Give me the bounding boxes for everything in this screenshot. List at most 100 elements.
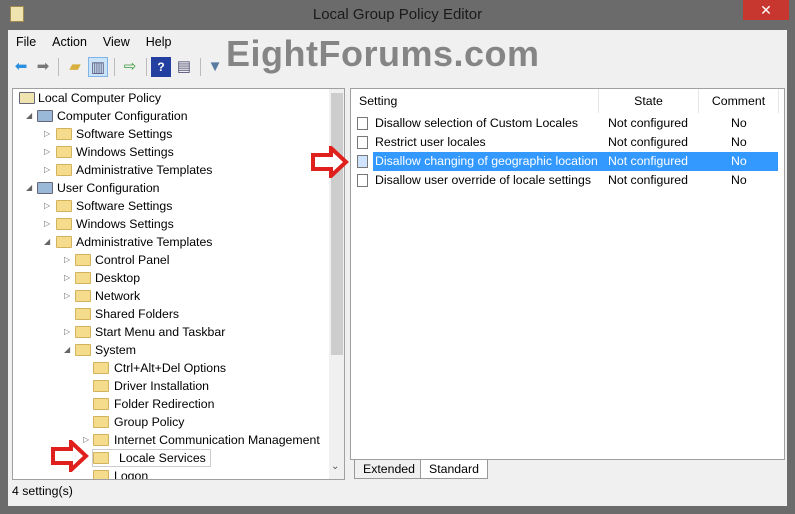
- setting-state: Not configured: [608, 154, 688, 168]
- tree-item-label: Locale Services: [92, 449, 211, 467]
- tree-item-label: Group Policy: [114, 415, 185, 429]
- back-arrow-icon[interactable]: ⬅: [11, 57, 31, 77]
- expand-arrow-icon[interactable]: ▷: [64, 251, 70, 269]
- tree-item-label: Software Settings: [76, 199, 173, 213]
- column-comment[interactable]: Comment: [699, 89, 779, 113]
- tree-item[interactable]: ◢ Computer Configuration: [13, 107, 329, 125]
- tab-extended[interactable]: Extended: [354, 460, 424, 479]
- collapse-arrow-icon[interactable]: ◢: [44, 233, 50, 251]
- expand-arrow-icon[interactable]: ▷: [44, 197, 50, 215]
- folder-icon: [56, 128, 72, 140]
- tree-item[interactable]: ▷ Start Menu and Taskbar: [13, 323, 329, 341]
- folder-icon: [56, 236, 72, 248]
- tree-pane: Local Computer Policy ◢ Computer Configura…: [12, 88, 345, 480]
- menu-action[interactable]: Action: [44, 32, 95, 52]
- computer-icon: [37, 110, 53, 122]
- collapse-arrow-icon[interactable]: ◢: [26, 107, 32, 125]
- column-setting[interactable]: Setting: [351, 89, 599, 113]
- folder-icon: [93, 434, 109, 446]
- tree-item[interactable]: Folder Redirection: [13, 395, 329, 413]
- setting-state: Not configured: [608, 135, 688, 149]
- menu-bar: File Action View Help: [8, 32, 180, 52]
- export-list-icon[interactable]: ⇨: [120, 57, 140, 77]
- column-state[interactable]: State: [599, 89, 699, 113]
- list-row[interactable]: Restrict user locales Not configured No: [351, 133, 778, 152]
- tree-item[interactable]: Ctrl+Alt+Del Options: [13, 359, 329, 377]
- tree-item-label: Administrative Templates: [76, 163, 213, 177]
- policy-icon: [19, 92, 35, 104]
- scroll-down-icon[interactable]: ⌄: [331, 461, 339, 472]
- tree-item-label: System: [95, 343, 136, 357]
- folder-icon: [56, 146, 72, 158]
- list-row[interactable]: Disallow user override of locale setting…: [351, 171, 778, 190]
- expand-arrow-icon[interactable]: ▷: [64, 287, 70, 305]
- tree-item[interactable]: ▷ Software Settings: [13, 197, 329, 215]
- tree-item[interactable]: ◢ System: [13, 341, 329, 359]
- folder-icon: [56, 200, 72, 212]
- setting-name: Disallow selection of Custom Locales: [375, 116, 578, 130]
- setting-state: Not configured: [608, 173, 688, 187]
- tab-standard[interactable]: Standard: [420, 460, 488, 479]
- collapse-arrow-icon[interactable]: ◢: [26, 179, 32, 197]
- status-bar: 4 setting(s): [12, 484, 73, 498]
- setting-comment: No: [731, 173, 747, 187]
- expand-arrow-icon[interactable]: ▷: [44, 143, 50, 161]
- tree-item[interactable]: Shared Folders: [13, 305, 329, 323]
- tree-item-label: User Configuration: [57, 181, 160, 195]
- menu-view[interactable]: View: [95, 32, 138, 52]
- policy-setting-icon: [357, 136, 368, 149]
- folder-icon: [75, 344, 91, 356]
- tree-item-label: Control Panel: [95, 253, 170, 267]
- action-pane-icon[interactable]: ▤: [174, 57, 194, 77]
- folder-icon: [93, 416, 109, 428]
- policy-setting-icon: [357, 174, 368, 187]
- tree-item-label: Administrative Templates: [76, 235, 213, 249]
- close-button[interactable]: ✕: [743, 0, 789, 20]
- tree-item[interactable]: ▷ Administrative Templates: [13, 161, 329, 179]
- tree-item[interactable]: ◢ Administrative Templates: [13, 233, 329, 251]
- tree-item[interactable]: ▷ Software Settings: [13, 125, 329, 143]
- tree-item[interactable]: Driver Installation: [13, 377, 329, 395]
- expand-arrow-icon[interactable]: ▷: [64, 323, 70, 341]
- expand-arrow-icon[interactable]: ▷: [44, 215, 50, 233]
- menu-file[interactable]: File: [8, 32, 44, 52]
- settings-list: Setting State Comment Disallow selection…: [350, 88, 785, 460]
- tree-item[interactable]: Group Policy: [13, 413, 329, 431]
- folder-icon: [56, 218, 72, 230]
- setting-comment: No: [731, 116, 747, 130]
- tree-item-label: Driver Installation: [114, 379, 209, 393]
- setting-name: Disallow user override of locale setting…: [375, 173, 591, 187]
- tree-item[interactable]: ▷ Windows Settings: [13, 143, 329, 161]
- up-folder-icon[interactable]: ▰: [65, 57, 85, 77]
- folder-icon: [75, 290, 91, 302]
- menu-help[interactable]: Help: [138, 32, 180, 52]
- policy-setting-icon: [357, 117, 368, 130]
- annotation-arrow-list: [311, 146, 349, 178]
- policy-setting-icon: [357, 155, 368, 168]
- forward-arrow-icon[interactable]: ➡: [33, 57, 53, 77]
- tree-item-label: Folder Redirection: [114, 397, 215, 411]
- tree-item[interactable]: ▷ Control Panel: [13, 251, 329, 269]
- list-row[interactable]: Disallow changing of geographic location…: [351, 152, 778, 171]
- list-row[interactable]: Disallow selection of Custom Locales Not …: [351, 114, 778, 133]
- folder-icon: [75, 326, 91, 338]
- tree-item[interactable]: ▷ Windows Settings: [13, 215, 329, 233]
- scrollbar-thumb[interactable]: [331, 93, 343, 355]
- tree-item[interactable]: ◢ User Configuration: [13, 179, 329, 197]
- show-hide-tree-icon[interactable]: ▥: [88, 57, 108, 77]
- expand-arrow-icon[interactable]: ▷: [44, 161, 50, 179]
- view-tabs: Extended Standard: [350, 460, 785, 480]
- tree-item[interactable]: Local Computer Policy: [13, 89, 329, 107]
- folder-icon: [56, 164, 72, 176]
- expand-arrow-icon[interactable]: ▷: [44, 125, 50, 143]
- tree-item[interactable]: ▷ Network: [13, 287, 329, 305]
- expand-arrow-icon[interactable]: ▷: [64, 269, 70, 287]
- filter-icon[interactable]: ▼: [205, 57, 225, 77]
- setting-name: Restrict user locales: [375, 135, 486, 149]
- tree-item-label: Desktop: [95, 271, 141, 285]
- collapse-arrow-icon[interactable]: ◢: [64, 341, 70, 359]
- setting-comment: No: [731, 154, 747, 168]
- folder-icon: [93, 380, 109, 392]
- help-icon[interactable]: ?: [151, 57, 171, 77]
- tree-item[interactable]: ▷ Desktop: [13, 269, 329, 287]
